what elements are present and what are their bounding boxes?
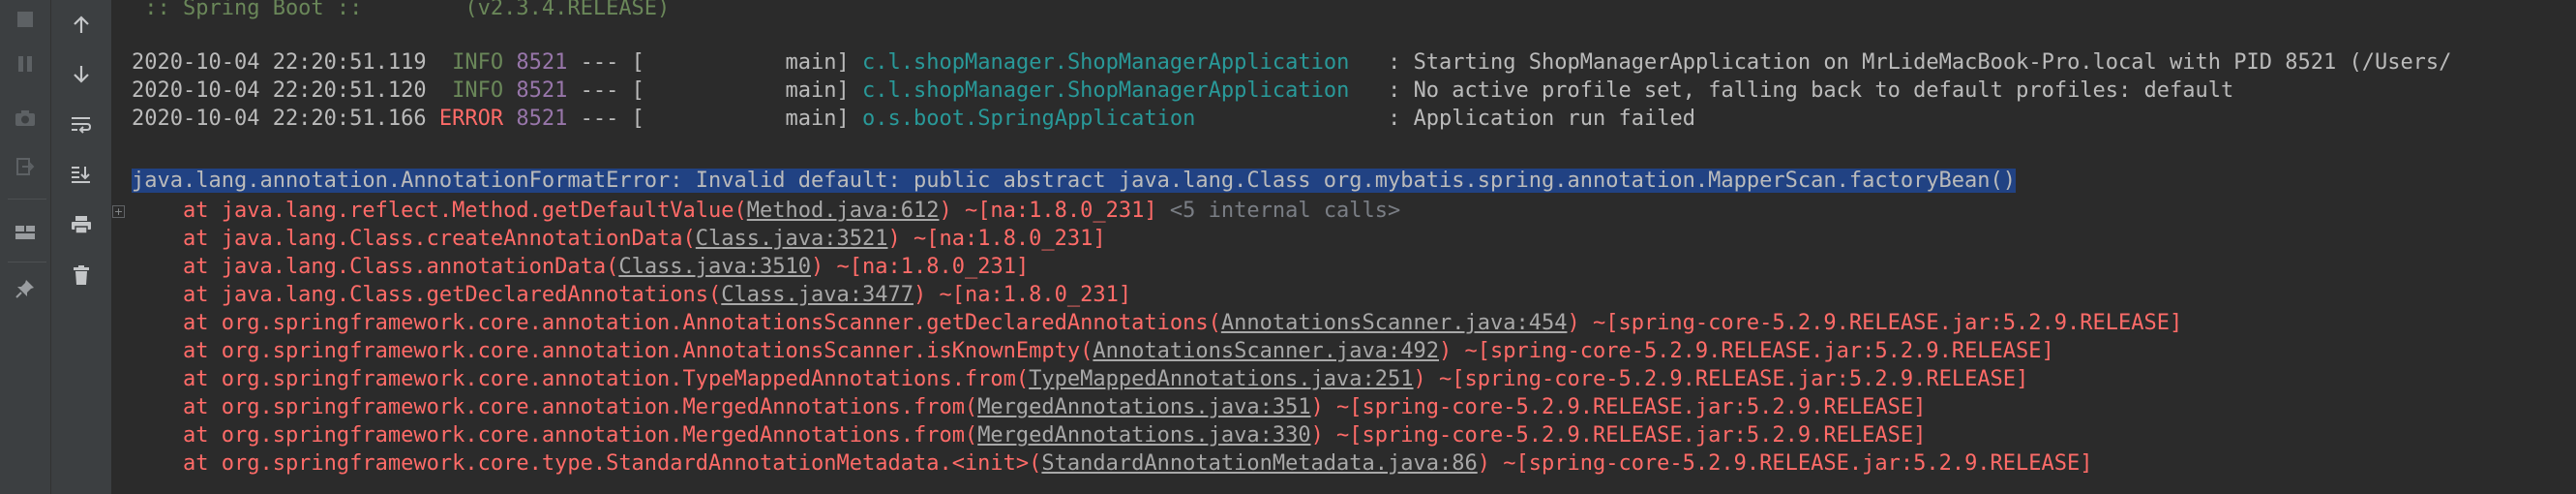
- stack-frame-link[interactable]: Method.java:612: [747, 199, 940, 223]
- internal-calls-toggle[interactable]: <5 internal calls>: [1170, 199, 1400, 223]
- log-separator: --- [: [567, 50, 644, 75]
- log-separator: --- [: [567, 78, 644, 103]
- stack-frame-link[interactable]: MergedAnnotations.java:351: [977, 395, 1310, 419]
- log-level: ERROR: [438, 107, 504, 131]
- console-left-toolbar: [0, 0, 51, 494]
- stack-frame-method: at java.lang.Class.createAnnotationData(: [132, 227, 696, 251]
- log-thread: main]: [644, 50, 850, 75]
- soft-wrap-icon[interactable]: [62, 105, 101, 143]
- stack-frame: at org.springframework.core.annotation.A…: [132, 309, 2182, 337]
- stack-frame-link[interactable]: StandardAnnotationMetadata.java:86: [1041, 451, 1477, 476]
- camera-icon[interactable]: [6, 99, 45, 138]
- stack-frame-library: ) ~[spring-core-5.2.9.RELEASE.jar:5.2.9.…: [1439, 339, 2054, 363]
- log-message: : Starting ShopManagerApplication on MrL…: [1374, 50, 2452, 75]
- stack-frame: at java.lang.Class.annotationData(Class.…: [132, 253, 1029, 281]
- log-pid: 8521: [516, 107, 568, 131]
- fold-toggle[interactable]: +: [112, 205, 125, 218]
- stack-frame-link[interactable]: MergedAnnotations.java:330: [977, 423, 1310, 448]
- pin-icon[interactable]: [6, 269, 45, 308]
- log-line: 2020-10-04 22:20:51.166 ERROR 8521 --- […: [132, 105, 1695, 133]
- stack-frame: at org.springframework.core.annotation.T…: [132, 365, 2028, 393]
- log-line: 2020-10-04 22:20:51.119 INFO 8521 --- [ …: [132, 48, 2451, 77]
- stack-frame-library: ) ~[na:1.8.0_231]: [811, 255, 1030, 279]
- stack-frame: at java.lang.Class.createAnnotationData(…: [132, 225, 1106, 253]
- stack-frame-method: at org.springframework.core.type.Standar…: [132, 451, 1042, 476]
- stack-frame: at org.springframework.core.annotation.M…: [132, 421, 1926, 449]
- log-line: 2020-10-04 22:20:51.120 INFO 8521 --- [ …: [132, 77, 2233, 105]
- stack-frame-method: at org.springframework.core.annotation.M…: [132, 395, 978, 419]
- exit-icon[interactable]: [6, 147, 45, 186]
- layout-icon[interactable]: [6, 213, 45, 252]
- console-right-toolbar: [51, 0, 112, 494]
- scroll-to-end-icon[interactable]: [62, 155, 101, 194]
- arrow-down-icon[interactable]: [62, 54, 101, 93]
- stack-frame-library: ) ~[spring-core-5.2.9.RELEASE.jar:5.2.9.…: [1413, 367, 2029, 391]
- log-pid: 8521: [516, 50, 568, 75]
- arrow-up-icon[interactable]: [62, 6, 101, 45]
- stack-frame-library: ) ~[na:1.8.0_231]: [939, 199, 1170, 223]
- stack-frame-method: at org.springframework.core.annotation.A…: [132, 311, 1221, 335]
- log-level: INFO: [438, 78, 504, 103]
- stack-frame-library: ) ~[spring-core-5.2.9.RELEASE.jar:5.2.9.…: [1477, 451, 2093, 476]
- stack-frame-library: ) ~[spring-core-5.2.9.RELEASE.jar:5.2.9.…: [1567, 311, 2183, 335]
- log-thread: main]: [644, 107, 850, 131]
- stack-frame-method: at org.springframework.core.annotation.M…: [132, 423, 978, 448]
- exception-line: java.lang.annotation.AnnotationFormatErr…: [132, 167, 2017, 195]
- log-message: : No active profile set, falling back to…: [1374, 78, 2234, 103]
- exception-message[interactable]: java.lang.annotation.AnnotationFormatErr…: [132, 169, 2017, 193]
- stack-frame-library: ) ~[na:1.8.0_231]: [913, 283, 1132, 307]
- log-thread: main]: [644, 78, 850, 103]
- stack-frame-method: at java.lang.Class.getDeclaredAnnotation…: [132, 283, 722, 307]
- stack-frame-method: at java.lang.reflect.Method.getDefaultVa…: [132, 199, 747, 223]
- spring-boot-banner: :: Spring Boot :: (v2.3.4.RELEASE): [132, 0, 671, 20]
- stack-frame-method: at org.springframework.core.annotation.A…: [132, 339, 1093, 363]
- stack-frame-link[interactable]: AnnotationsScanner.java:492: [1093, 339, 1439, 363]
- toolbar-separator: [8, 199, 46, 200]
- stack-frame-link[interactable]: Class.java:3477: [721, 283, 914, 307]
- log-timestamp: 2020-10-04 22:20:51.119: [132, 50, 427, 75]
- stack-frame-link[interactable]: Class.java:3521: [696, 227, 888, 251]
- print-icon[interactable]: [62, 205, 101, 244]
- stack-frame-library: ) ~[spring-core-5.2.9.RELEASE.jar:5.2.9.…: [1310, 395, 1927, 419]
- log-logger: c.l.shopManager.ShopManagerApplication: [862, 78, 1375, 103]
- stack-frame-library: ) ~[spring-core-5.2.9.RELEASE.jar:5.2.9.…: [1310, 423, 1927, 448]
- stack-frame: at java.lang.reflect.Method.getDefaultVa…: [132, 197, 1400, 225]
- stack-frame: at org.springframework.core.annotation.A…: [132, 337, 2054, 365]
- pause-icon[interactable]: [6, 45, 45, 83]
- log-timestamp: 2020-10-04 22:20:51.166: [132, 107, 427, 131]
- stack-frame-method: at java.lang.Class.annotationData(: [132, 255, 619, 279]
- log-message: : Application run failed: [1374, 107, 1695, 131]
- log-level: INFO: [438, 50, 504, 75]
- stack-frame-link[interactable]: TypeMappedAnnotations.java:251: [1029, 367, 1413, 391]
- stack-frame: at java.lang.Class.getDeclaredAnnotation…: [132, 281, 1131, 309]
- stack-frame-link[interactable]: AnnotationsScanner.java:454: [1221, 311, 1568, 335]
- stack-frame: at org.springframework.core.type.Standar…: [132, 449, 2093, 478]
- console-output[interactable]: :: Spring Boot :: (v2.3.4.RELEASE) 2020-…: [112, 0, 2576, 494]
- log-logger: c.l.shopManager.ShopManagerApplication: [862, 50, 1375, 75]
- stack-frame-link[interactable]: Class.java:3510: [618, 255, 811, 279]
- log-pid: 8521: [516, 78, 568, 103]
- stack-frame: at org.springframework.core.annotation.M…: [132, 393, 1926, 421]
- stop-icon[interactable]: [6, 0, 45, 39]
- trash-icon[interactable]: [62, 256, 101, 294]
- log-separator: --- [: [567, 107, 644, 131]
- stack-frame-method: at org.springframework.core.annotation.T…: [132, 367, 1030, 391]
- stack-frame-library: ) ~[na:1.8.0_231]: [887, 227, 1106, 251]
- log-timestamp: 2020-10-04 22:20:51.120: [132, 78, 427, 103]
- log-logger: o.s.boot.SpringApplication: [862, 107, 1375, 131]
